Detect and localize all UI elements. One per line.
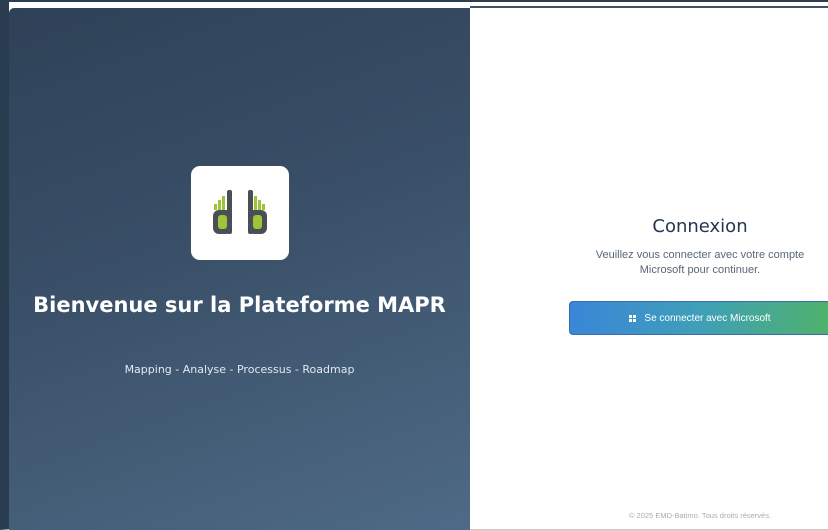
- emd-batimo-logo: [213, 190, 267, 234]
- microsoft-login-label: Se connecter avec Microsoft: [644, 312, 771, 324]
- login-title: Connexion: [652, 216, 748, 237]
- login-description: Veuillez vous connecter avec votre compt…: [595, 249, 805, 276]
- login-panel: Connexion Veuillez vous connecter avec v…: [470, 8, 828, 529]
- copyright-footer: © 2025 EMD-Batimo. Tous droits réservés.: [628, 511, 772, 520]
- logo-container: [191, 166, 289, 260]
- windows-icon: [629, 314, 637, 322]
- welcome-tagline: Mapping - Analyse - Processus - Roadmap: [124, 363, 355, 376]
- welcome-title: Bienvenue sur la Plateforme MAPR: [33, 293, 446, 317]
- welcome-panel: Bienvenue sur la Plateforme MAPR Mapping…: [9, 8, 470, 530]
- microsoft-login-button[interactable]: Se connecter avec Microsoft: [569, 301, 828, 335]
